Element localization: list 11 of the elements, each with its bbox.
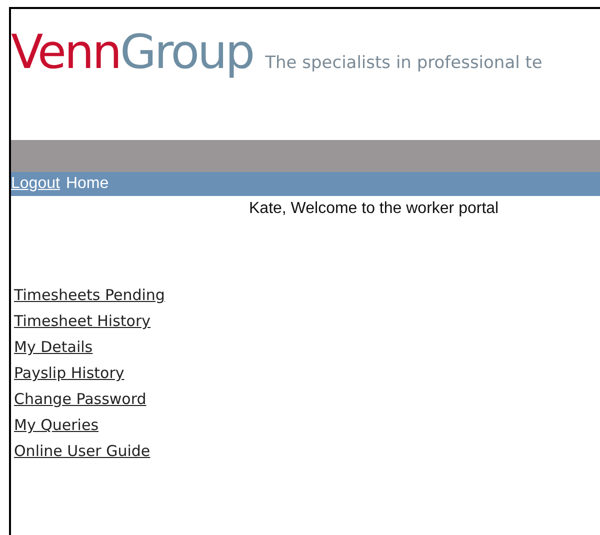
menu-link[interactable]: Payslip History <box>14 363 124 383</box>
welcome-message: Kate, Welcome to the worker portal <box>249 200 500 218</box>
nav-label: Home <box>66 175 109 193</box>
menu-link[interactable]: Online User Guide <box>14 441 150 461</box>
menu-link[interactable]: Change Password <box>14 389 146 409</box>
tagline: The specialists in professional te <box>265 53 542 73</box>
menu-link[interactable]: My Queries <box>14 415 99 435</box>
logo: VennGroup <box>11 29 254 76</box>
menu-link[interactable]: Timesheet History <box>14 311 151 331</box>
menu-link[interactable]: Timesheets Pending <box>14 285 165 305</box>
menu-link[interactable]: My Details <box>14 337 93 357</box>
